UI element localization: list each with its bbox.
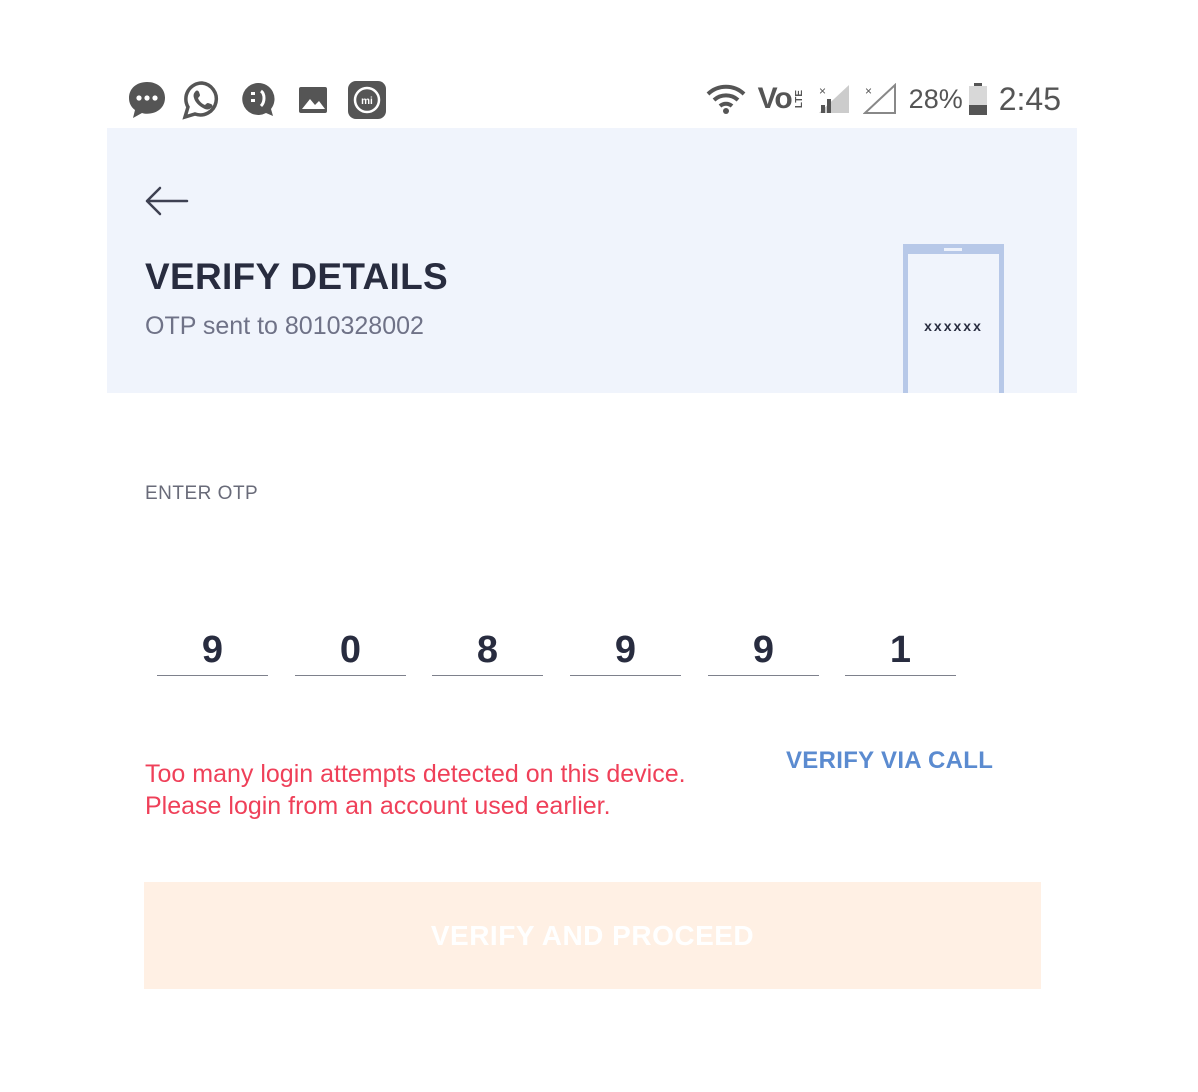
- header-panel: VERIFY DETAILS OTP sent to 8010328002 xx…: [107, 128, 1077, 393]
- back-button[interactable]: [143, 183, 189, 219]
- otp-digit-5[interactable]: 9: [708, 625, 819, 676]
- volte-label: Vo: [757, 82, 793, 115]
- otp-digit-1[interactable]: 9: [157, 625, 268, 676]
- signal-sim2-icon: ×: [862, 83, 897, 115]
- mi-app-icon: mi: [347, 80, 387, 120]
- enter-otp-label: ENTER OTP: [145, 483, 259, 504]
- otp-verification-screen: mi Vo LTE × × 28% 2:45 VERIFY DETAILS OT…: [0, 0, 1198, 1092]
- otp-input-row: 9 0 8 9 9 1: [157, 625, 957, 677]
- whatsapp-icon: [182, 80, 222, 120]
- error-line-2: Please login from an account used earlie…: [145, 792, 611, 820]
- otp-digit-3[interactable]: 8: [432, 625, 543, 676]
- svg-text:×: ×: [865, 84, 872, 98]
- otp-digit-6[interactable]: 1: [845, 625, 956, 676]
- battery-icon: [968, 83, 987, 115]
- error-line-1: Too many login attempts detected on this…: [145, 760, 686, 788]
- phone-illustration: xxxxxx: [903, 244, 1004, 393]
- page-title: VERIFY DETAILS: [145, 256, 448, 297]
- gallery-icon: [293, 80, 333, 120]
- chat-bubble-icon: [238, 80, 278, 120]
- wifi-icon: [706, 83, 746, 115]
- otp-sent-subtitle: OTP sent to 8010328002: [145, 312, 424, 340]
- otp-digit-4[interactable]: 9: [570, 625, 681, 676]
- error-message: Too many login attempts detected on this…: [145, 758, 785, 822]
- battery-percent: 28%: [908, 83, 963, 114]
- status-indicators: Vo LTE × × 28% 2:45: [694, 70, 1061, 128]
- lte-label: LTE: [793, 89, 805, 109]
- verify-via-call-link[interactable]: VERIFY VIA CALL: [786, 747, 993, 775]
- svg-text:×: ×: [819, 84, 826, 98]
- otp-digit-2[interactable]: 0: [295, 625, 406, 676]
- phone-otp-mask: xxxxxx: [924, 318, 983, 334]
- messaging-icon: [127, 80, 167, 120]
- back-arrow-icon: [145, 186, 189, 216]
- volte-icon: Vo LTE: [758, 82, 805, 116]
- signal-sim1-icon: ×: [817, 83, 851, 115]
- verify-and-proceed-button[interactable]: VERIFY AND PROCEED: [144, 882, 1041, 989]
- clock: 2:45: [998, 80, 1061, 117]
- svg-text:mi: mi: [361, 96, 373, 107]
- phone-speaker: [944, 248, 962, 251]
- status-bar: mi Vo LTE × × 28% 2:45: [107, 70, 1077, 128]
